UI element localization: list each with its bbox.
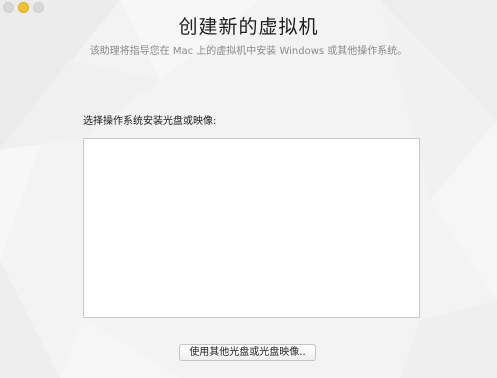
page-subtitle: 该助理将指导您在 Mac 上的虚拟机中安装 Windows 或其他操作系统。 bbox=[89, 46, 408, 57]
install-media-label: 选择操作系统安装光盘或映像: bbox=[83, 116, 217, 127]
install-media-list[interactable] bbox=[83, 138, 420, 318]
new-vm-assistant-window: 创建新的虚拟机 该助理将指导您在 Mac 上的虚拟机中安装 Windows 或其… bbox=[0, 0, 497, 378]
use-other-disc-button[interactable]: 使用其他光盘或光盘映像.. bbox=[179, 344, 316, 361]
page-title: 创建新的虚拟机 bbox=[178, 16, 319, 38]
